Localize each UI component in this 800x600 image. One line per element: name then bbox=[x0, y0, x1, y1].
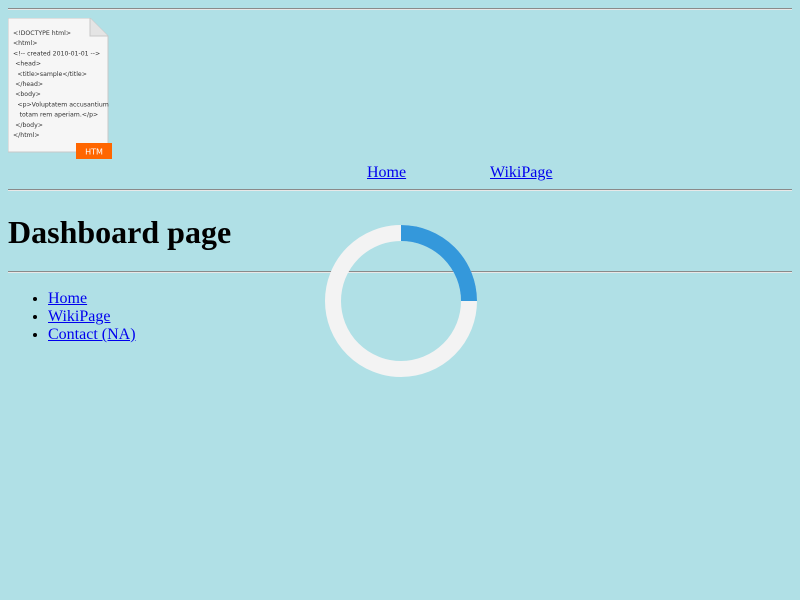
logo-code-line: </html> bbox=[13, 132, 40, 139]
sidebar-item-home[interactable]: Home bbox=[48, 290, 87, 307]
page-title: Dashboard page bbox=[8, 214, 232, 250]
top-divider bbox=[8, 8, 792, 10]
logo-code-line: <body> bbox=[15, 91, 41, 98]
logo-code-line: totam rem aperiam.</p> bbox=[20, 112, 99, 119]
header-divider bbox=[8, 189, 792, 191]
logo-code-line: <title>sample</title> bbox=[17, 71, 87, 78]
logo-badge: HTM bbox=[85, 148, 103, 157]
nav-wikipage-link[interactable]: WikiPage bbox=[490, 164, 552, 182]
list-item: WikiPage bbox=[48, 308, 136, 326]
logo-code-line: <!DOCTYPE html> bbox=[13, 30, 71, 37]
list-item: Contact (NA) bbox=[48, 326, 136, 344]
logo-code-line: <html> bbox=[13, 40, 37, 47]
loading-spinner-icon bbox=[325, 225, 477, 377]
logo-code-line: <p>Voluptatem accusantium bbox=[17, 101, 108, 108]
logo-code-line: <!-- created 2010-01-01 --> bbox=[13, 50, 100, 57]
logo-code-line: </body> bbox=[15, 122, 43, 129]
logo-code-line: <head> bbox=[15, 61, 41, 68]
sidebar-item-contact[interactable]: Contact (NA) bbox=[48, 326, 136, 343]
sidebar-item-wikipage[interactable]: WikiPage bbox=[48, 308, 110, 325]
spinner-arc bbox=[400, 225, 477, 302]
sidebar-links: Home WikiPage Contact (NA) bbox=[8, 290, 136, 344]
logo-code-line: </head> bbox=[15, 81, 43, 88]
list-item: Home bbox=[48, 290, 136, 308]
html-file-icon: <!DOCTYPE html> <html> <!-- created 2010-0… bbox=[8, 18, 112, 159]
nav-home-link[interactable]: Home bbox=[367, 164, 406, 182]
